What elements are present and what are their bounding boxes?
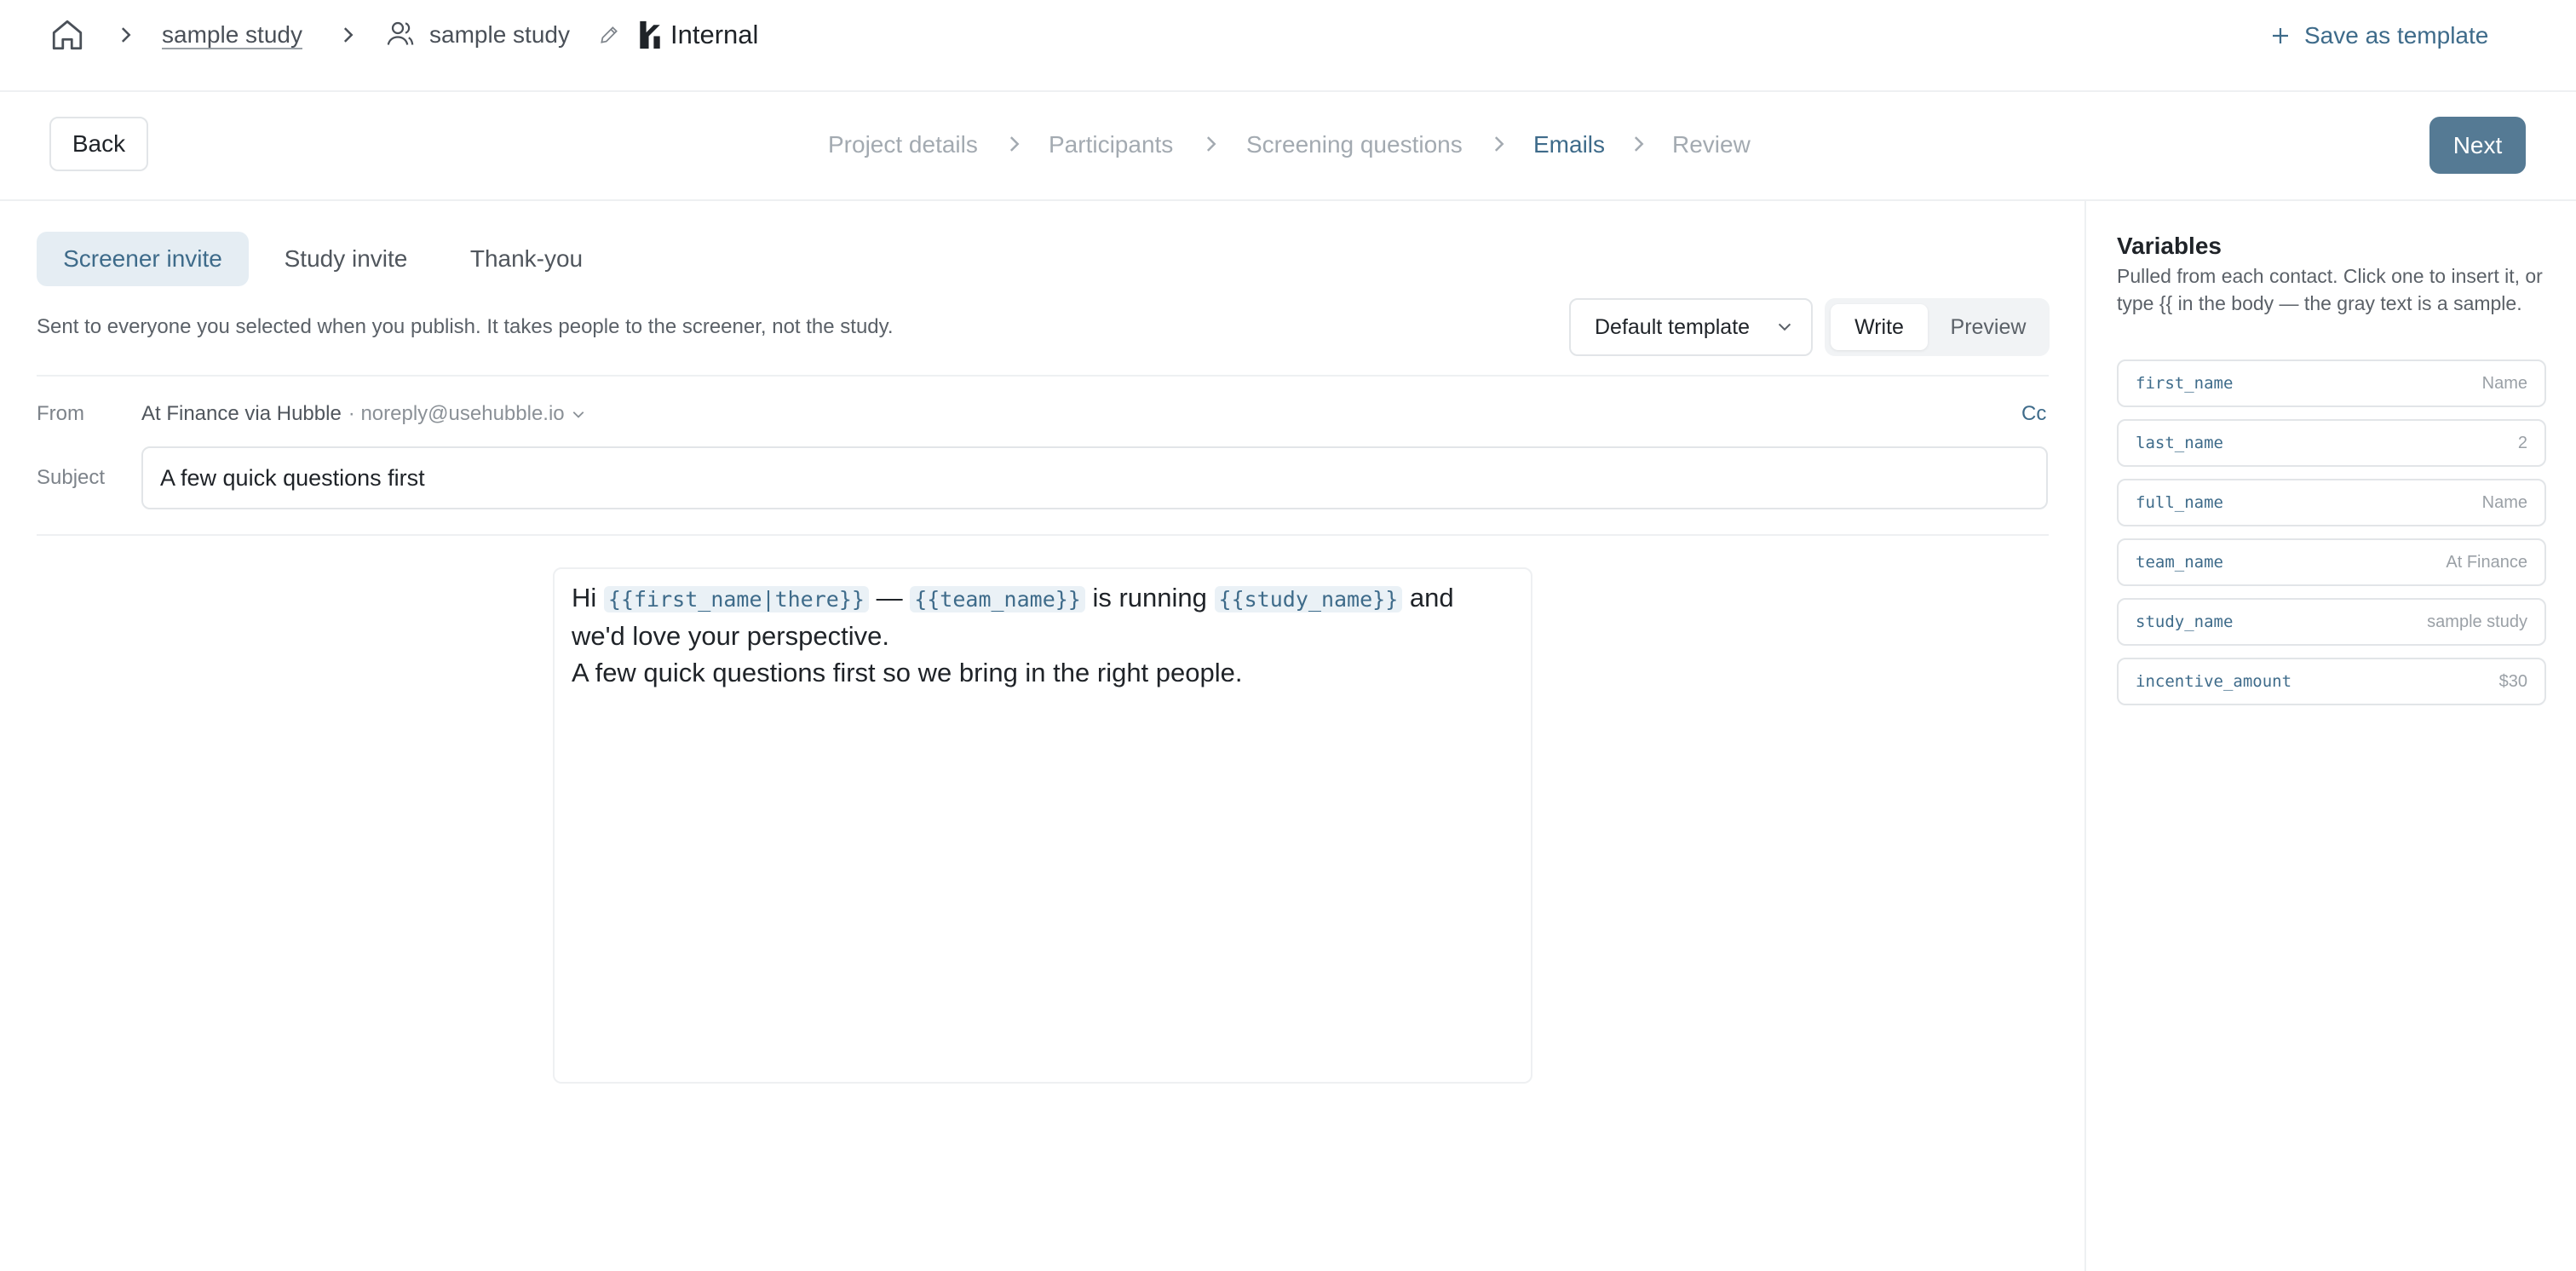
breadcrumb-project-link[interactable]: sample study <box>162 18 302 52</box>
variables-title: Variables <box>2117 233 2222 259</box>
variable-sample: At Finance <box>2446 553 2527 572</box>
variable-sample: sample study <box>2427 612 2527 631</box>
step-screening-questions[interactable]: Screening questions <box>1246 128 1463 162</box>
chevron-right-icon <box>340 26 355 44</box>
write-preview-toggle: Write Preview <box>1825 298 2050 356</box>
step-project-details[interactable]: Project details <box>828 128 978 162</box>
back-button[interactable]: Back <box>49 117 148 171</box>
chevron-right-icon <box>1007 135 1021 153</box>
variable-name: team_name <box>2136 553 2223 572</box>
tab-screener-invite[interactable]: Screener invite <box>37 232 249 286</box>
tab-study-invite[interactable]: Study invite <box>264 232 428 286</box>
body-text: and <box>1409 583 1454 612</box>
variable-chip: {{first_name|there}} <box>603 586 869 612</box>
variables-description: Pulled from each contact. Click one to i… <box>2117 265 2543 314</box>
from-label: From <box>37 402 84 425</box>
chevron-down-icon <box>1777 320 1792 332</box>
tab-description: Sent to everyone you selected when you p… <box>37 315 894 338</box>
save-as-template-label: Save as template <box>2304 22 2489 49</box>
chevron-right-icon <box>1204 135 1217 153</box>
variable-sample: 2 <box>2517 434 2527 452</box>
variable-name: full_name <box>2136 493 2223 512</box>
next-button[interactable]: Next <box>2429 117 2526 174</box>
body-text: — <box>876 583 903 612</box>
variable-sample: $30 <box>2498 672 2527 691</box>
variable-sample: Name <box>2481 493 2527 512</box>
workspace-name: Internal <box>670 20 759 49</box>
divider <box>37 534 2049 536</box>
write-mode-button[interactable]: Write <box>1831 304 1928 350</box>
top-bar: sample study sample study Internal Save … <box>0 0 2576 92</box>
step-emails[interactable]: Emails <box>1533 128 1605 162</box>
variable-name: study_name <box>2136 612 2234 631</box>
from-sender-email: · noreply@usehubble.io <box>348 402 565 425</box>
step-participants[interactable]: Participants <box>1049 128 1173 162</box>
tab-thank-you[interactable]: Thank-you <box>443 232 610 286</box>
variables-panel: Variables Pulled from each contact. Clic… <box>2084 201 2576 1271</box>
variable-name: incentive_amount <box>2136 672 2292 691</box>
variable-chip: {{study_name}} <box>1214 586 1403 612</box>
variable-item-incentive-amount[interactable]: incentive_amount $30 <box>2117 658 2546 705</box>
cc-link[interactable]: Cc <box>2021 399 2046 429</box>
variable-item-last-name[interactable]: last_name 2 <box>2117 419 2546 467</box>
chevron-right-icon <box>1631 135 1645 153</box>
template-select-value: Default template <box>1595 314 1751 339</box>
plus-icon <box>2270 26 2291 46</box>
chevron-down-icon <box>572 409 585 419</box>
variable-name: first_name <box>2136 374 2234 393</box>
save-as-template-button[interactable]: Save as template <box>2270 17 2488 55</box>
variable-item-first-name[interactable]: first_name Name <box>2117 359 2546 407</box>
divider <box>37 375 2049 377</box>
template-select[interactable]: Default template <box>1569 298 1813 356</box>
chevron-right-icon <box>118 26 133 44</box>
from-sender-dropdown[interactable]: At Finance via Hubble · noreply@usehubbl… <box>141 399 585 429</box>
body-text: we'd love your perspective. <box>572 621 889 651</box>
variable-item-full-name[interactable]: full_name Name <box>2117 479 2546 526</box>
variable-sample: Name <box>2481 374 2527 393</box>
variable-name: last_name <box>2136 434 2223 452</box>
body-text: Hi <box>572 583 597 612</box>
body-text: is running <box>1092 583 1207 612</box>
pencil-icon[interactable] <box>598 23 620 47</box>
hubble-logo-icon <box>637 19 663 51</box>
subject-label: Subject <box>37 466 106 489</box>
subject-input[interactable] <box>141 446 2048 509</box>
email-body-editor[interactable]: Hi {{first_name|there}} — {{team_name}} … <box>553 567 1532 1084</box>
from-sender-name: At Finance via Hubble <box>141 402 342 425</box>
preview-mode-button[interactable]: Preview <box>1933 304 2044 350</box>
step-review[interactable]: Review <box>1672 128 1751 162</box>
home-icon[interactable] <box>49 17 85 53</box>
body-text: A few quick questions first so we bring … <box>572 658 1243 687</box>
breadcrumb-study-title: sample study <box>429 21 570 48</box>
participants-icon <box>385 18 416 49</box>
variable-item-team-name[interactable]: team_name At Finance <box>2117 538 2546 586</box>
chevron-right-icon <box>1492 135 1505 153</box>
variable-item-study-name[interactable]: study_name sample study <box>2117 598 2546 646</box>
step-bar: Back Project details Participants Screen… <box>0 92 2576 201</box>
variable-chip: {{team_name}} <box>910 586 1085 612</box>
